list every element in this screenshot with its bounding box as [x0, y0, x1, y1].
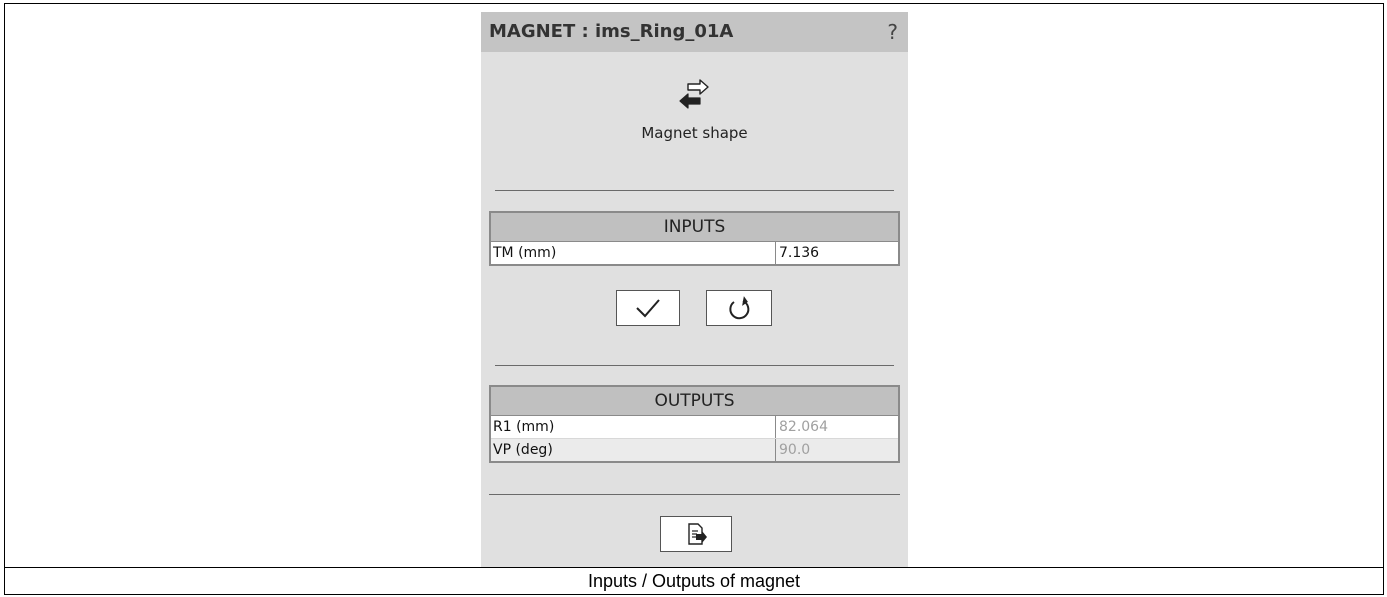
table-row: R1 (mm) 82.064 — [491, 416, 898, 438]
output-label: R1 (mm) — [491, 416, 776, 438]
export-document-icon — [688, 523, 707, 545]
tm-input-field[interactable]: 7.136 — [776, 242, 898, 264]
vp-output-value: 90.0 — [779, 442, 811, 458]
r1-output-value: 82.064 — [779, 419, 828, 435]
apply-button[interactable] — [616, 290, 680, 326]
table-row: VP (deg) 90.0 — [491, 438, 898, 461]
section-divider — [495, 365, 894, 366]
inputs-table: INPUTS TM (mm) 7.136 — [489, 211, 900, 266]
input-label: TM (mm) — [491, 242, 776, 264]
figure-caption: Inputs / Outputs of magnet — [587, 571, 801, 591]
checkmark-icon — [636, 299, 660, 318]
outputs-header: OUTPUTS — [491, 387, 898, 416]
shape-label: Magnet shape — [641, 124, 748, 142]
table-row: TM (mm) 7.136 — [491, 242, 898, 264]
reset-button[interactable] — [706, 290, 772, 326]
output-label: VP (deg) — [491, 439, 776, 461]
section-divider — [495, 190, 894, 191]
panel-title: MAGNET : ims_Ring_01A — [489, 21, 734, 42]
panel-header: MAGNET : ims_Ring_01A ? — [481, 12, 908, 52]
help-icon[interactable]: ? — [887, 12, 898, 52]
magnet-panel: MAGNET : ims_Ring_01A ? Magnet shape INP… — [481, 12, 908, 567]
section-divider — [489, 494, 900, 495]
inputs-header: INPUTS — [491, 213, 898, 242]
swap-arrows-icon[interactable] — [674, 78, 714, 114]
outputs-table: OUTPUTS R1 (mm) 82.064 VP (deg) 90.0 — [489, 385, 900, 463]
undo-icon — [729, 296, 750, 320]
export-button[interactable] — [660, 516, 732, 552]
